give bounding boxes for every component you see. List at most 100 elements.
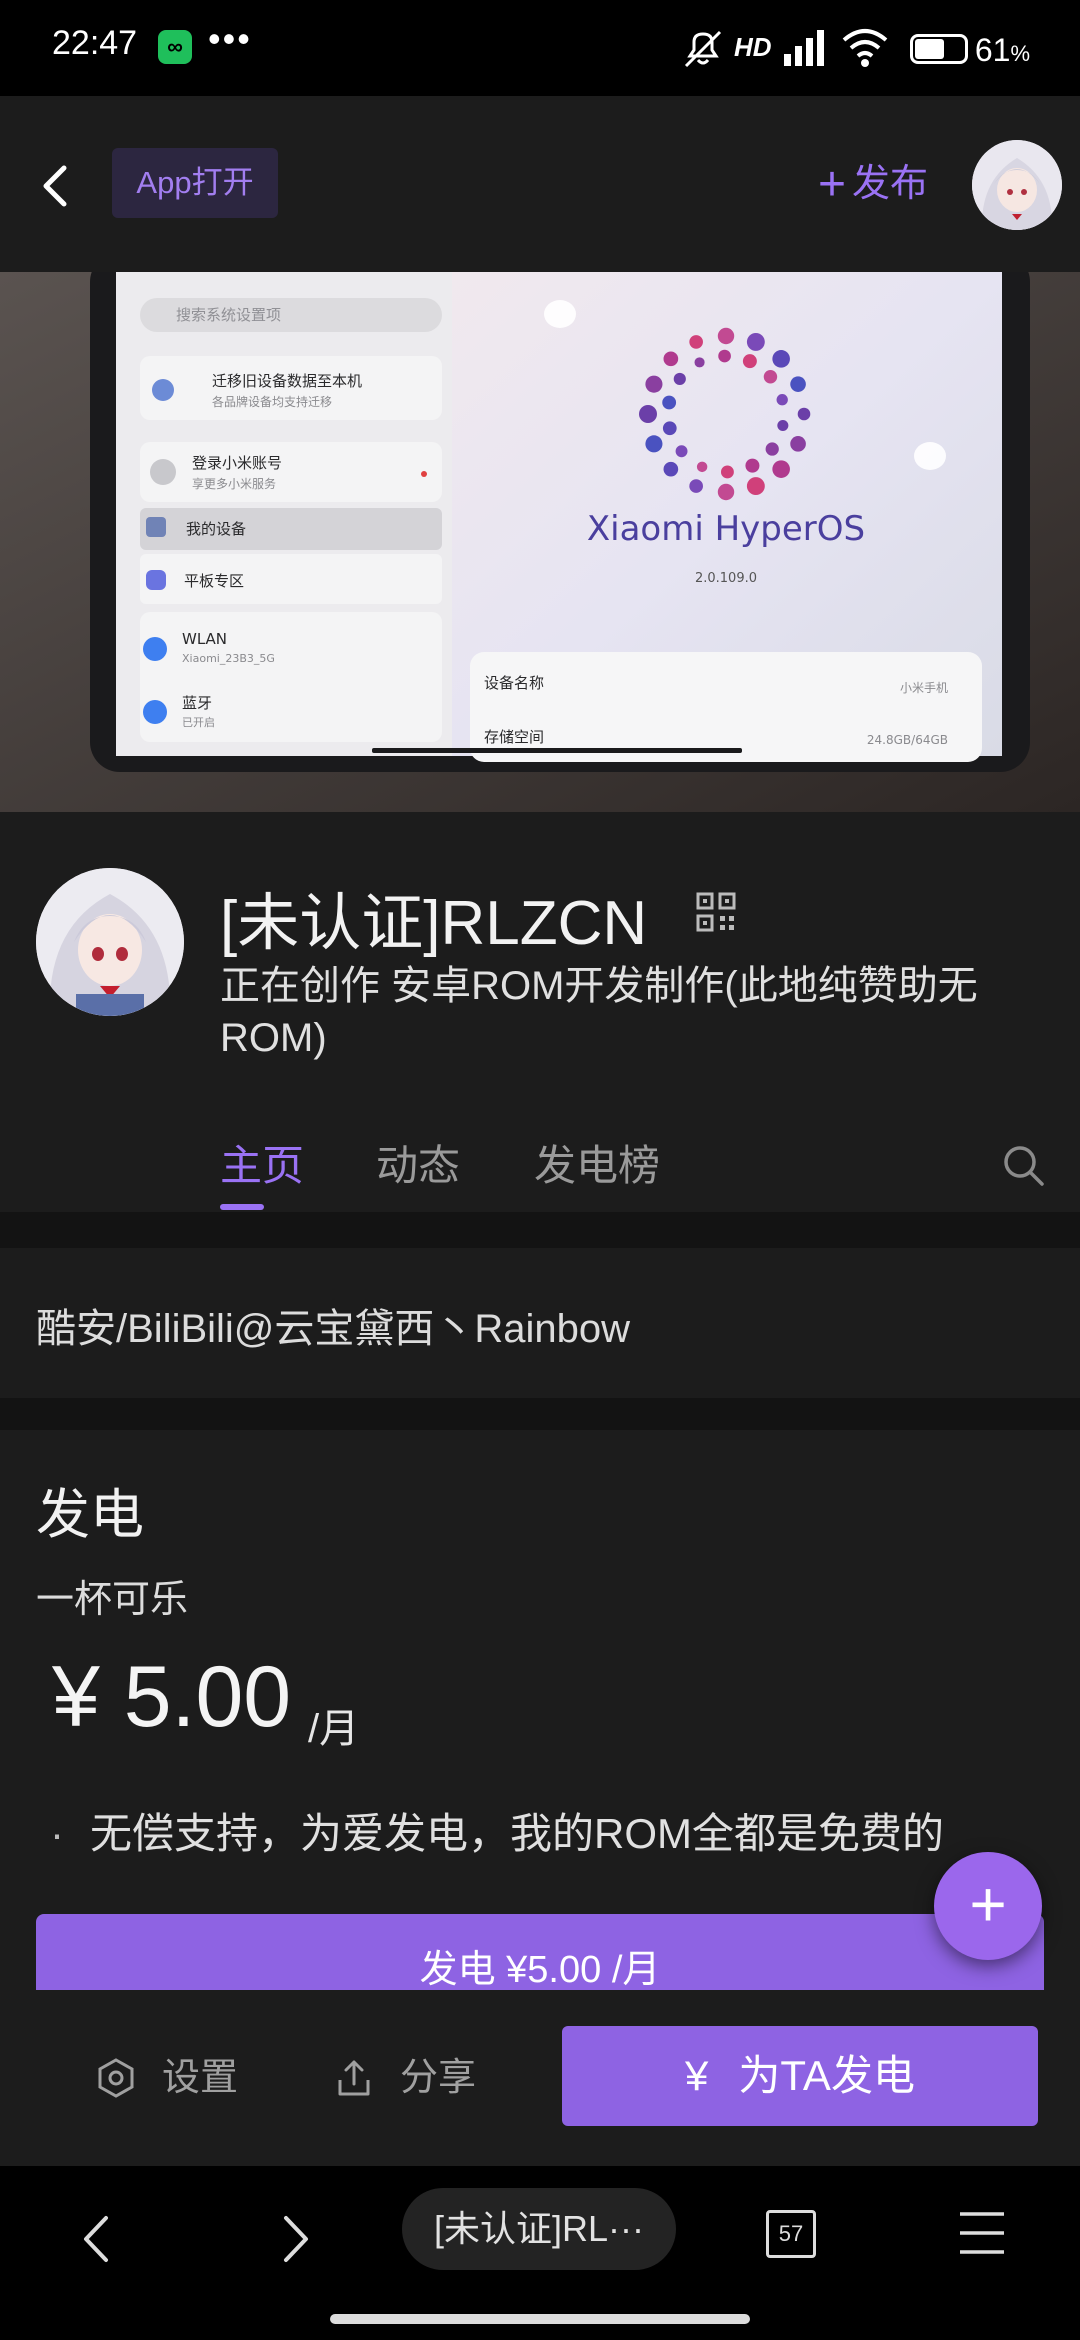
logo-dot [746,332,765,351]
migrate-title: 迁移旧设备数据至本机 [212,372,362,390]
logo-dot [776,394,788,406]
charge-ta-button[interactable]: ¥ 为TA发电 [562,2026,1038,2126]
logo-dot [790,436,806,452]
browser-forward-icon[interactable] [270,2204,320,2274]
share-icon [338,2060,370,2096]
bluetooth-sub: 已开启 [182,716,215,729]
logo-dot [717,483,735,501]
logo-dot [645,375,663,393]
browser-back-icon[interactable] [72,2204,122,2274]
logo-dot [689,335,703,349]
chevron-left-icon [43,165,67,207]
logo-dot [765,442,779,456]
charge-price: ¥ 5.00 [52,1649,292,1745]
logo-dot [696,461,708,473]
hd-icon: HD [734,32,772,62]
logo-dot [645,435,663,453]
publish-button[interactable]: + 发布 [818,154,928,214]
tab-charge-rank[interactable]: 发电榜 [534,1132,660,1193]
charge-title: 发电 [36,1485,144,1545]
logo-dot [777,420,789,432]
profile-description: 正在创作 安卓ROM开发制作(此地纯赞助无ROM) [220,964,978,1060]
os-version: 2.0.109.0 [695,571,757,586]
wlan: WLAN [182,630,227,648]
status-bar: 22:47 ∞ ••• HD 61% [0,0,1080,96]
settings-button[interactable]: 设置 [96,2038,238,2118]
logo-dot [662,395,677,410]
os-name: Xiaomi HyperOS [587,509,865,549]
bullet: · [50,1810,64,1857]
wifi-icon [842,29,888,67]
login-title: 登录小米账号 [192,454,282,472]
more-dots-icon: ••• [208,18,252,59]
settings-label: 设置 [162,2057,239,2099]
anime-avatar-image [36,868,184,1016]
plus-icon: + [818,158,847,211]
login-sub: 享更多小米服务 [192,476,276,491]
back-button[interactable] [28,146,88,226]
search-icon[interactable] [1000,1142,1046,1188]
mute-icon [684,30,722,68]
profile-avatar[interactable] [36,868,184,1016]
social-links-text: 酷安/BiliBili@云宝黛西丶Rainbow [36,1307,631,1351]
tab-count-button[interactable]: 57 [766,2210,816,2258]
profile-name: [未认证]RLZCN [220,889,648,958]
status-icons: HD 61% [680,22,1080,74]
settings-search-text: 搜索系统设置项 [176,306,281,324]
logo-dot [718,349,731,363]
logo-dot [717,327,735,345]
charge-tier-name: 一杯可乐 [36,1579,189,1621]
logo-dot [673,372,686,386]
logo-dot [772,350,790,368]
share-button[interactable]: 分享 [334,2038,476,2118]
logo-dot [639,405,657,423]
user-avatar[interactable] [972,140,1062,230]
bottom-action-bar: 设置 分享 ¥ 为TA发电 [0,1990,1080,2166]
charge-card: 发电 一杯可乐 ¥ 5.00 /月 · 无偿支持，为爱发电，我的ROM全都是免费的… [0,1430,1080,1990]
tab-feed[interactable]: 动态 [376,1132,460,1193]
profile-tabs: 主页 动态 发电榜 [0,1132,1080,1212]
logo-dot [662,421,677,436]
home-indicator[interactable] [330,2314,750,2324]
publish-label: 发布 [852,163,929,205]
yen-icon: ¥ [685,2052,709,2099]
tab-home[interactable]: 主页 [220,1132,304,1193]
charge-perk: · 无偿支持，为爱发电，我的ROM全都是免费的 [50,1800,944,1861]
gear-icon [98,2058,134,2098]
logo-dot [797,407,811,421]
migrate-sub: 各品牌设备均支持迁移 [212,394,332,409]
logo-dot [663,461,679,477]
status-time: 22:47 [52,24,138,62]
storage-label: 存储空间 [484,728,544,746]
storage-value: 24.8GB/64GB [867,733,948,747]
logo-dot [745,458,760,473]
browser-page-title[interactable]: [未认证]RL··· [402,2188,676,2270]
share-label: 分享 [400,2057,477,2099]
logo-dot [675,445,688,458]
device-name-label: 设备名称 [484,674,544,692]
tablet-photo: 搜索系统设置项 迁移旧设备数据至本机 各品牌设备均支持迁移 登录小米账号 享更多… [0,272,1080,812]
battery-percent: 61% [974,32,1030,68]
wlan-sub: Xiaomi_23B3_5G [182,652,275,665]
charge-ta-label: 为TA发电 [738,2052,915,2099]
battery-icon [910,34,968,64]
charge-tier-button[interactable]: 发电 ¥5.00 /月 [36,1914,1044,1990]
logo-dot [663,351,679,367]
logo-dot [772,460,790,478]
menu-icon[interactable] [958,2210,1006,2256]
logo-dot [790,376,806,392]
logo-dot [746,477,765,496]
signal-icon [784,30,824,66]
links-card: 酷安/BiliBili@云宝黛西丶Rainbow [0,1248,1080,1398]
tablet-zone: 平板专区 [184,572,244,590]
profile-section: [未认证]RLZCN 正在创作 安卓ROM开发制作(此地纯赞助无ROM) 主页 … [0,812,1080,1212]
logo-dot [694,357,705,368]
logo-dot [689,479,703,493]
logo-dot [763,370,778,384]
bluetooth: 蓝牙 [182,694,212,712]
charge-perk-text: 无偿支持，为爱发电，我的ROM全都是免费的 [90,1810,944,1857]
add-fab-button[interactable]: + [934,1852,1042,1960]
top-nav: App打开 + 发布 [0,96,1080,272]
app-open-button[interactable]: App打开 [112,148,278,218]
qr-code-icon[interactable] [696,892,736,932]
